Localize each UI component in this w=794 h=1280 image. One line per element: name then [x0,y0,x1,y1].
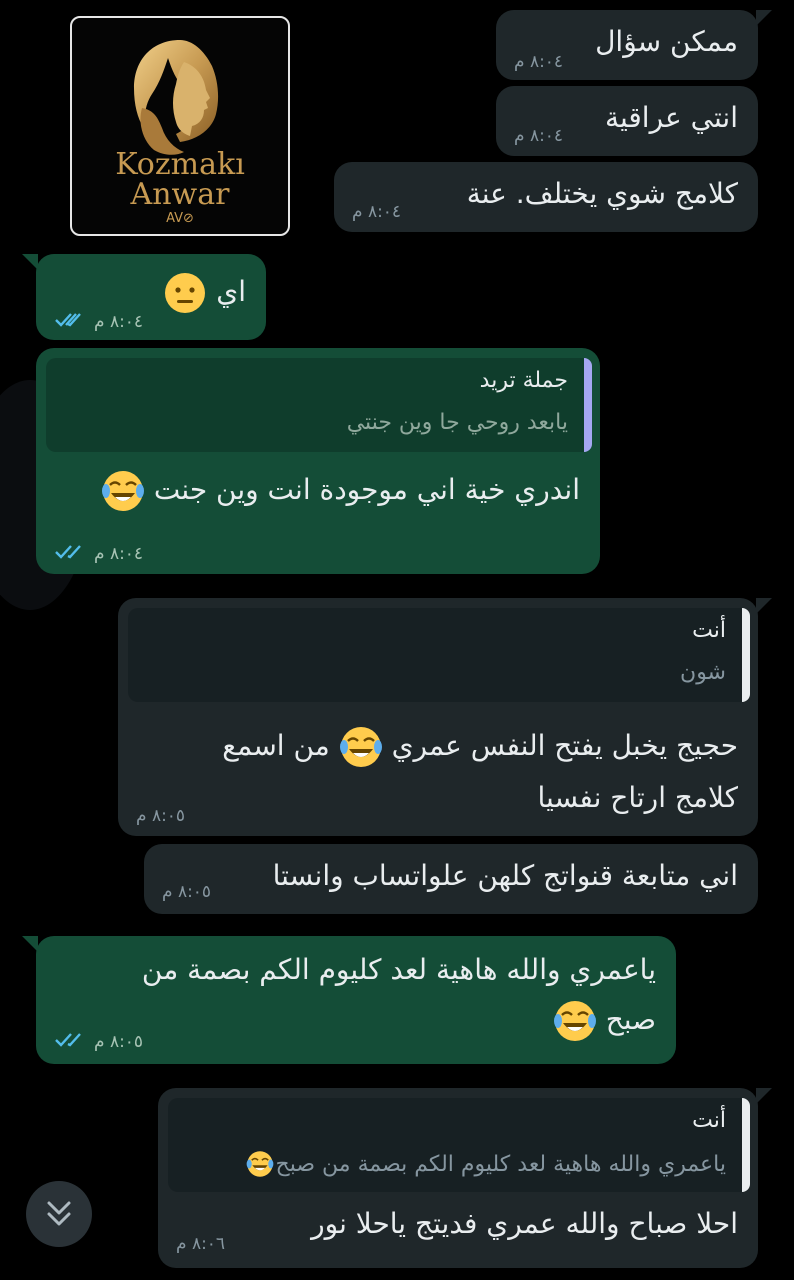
message-bubble-incoming[interactable]: اني متابعة قنواتج كلهن علواتساب وانستا ٨… [144,844,758,914]
reply-quote[interactable]: أنت شون [128,608,750,702]
neutral-face-emoji-icon [163,271,207,315]
message-time: ٨:٠٥ م [162,882,212,902]
woman-profile-logo-icon: Kozmakı Anwar AV⊘ [115,40,245,226]
double-chevron-down-icon [47,1201,71,1226]
message-text-line: صبح [553,996,656,1044]
tears-of-joy-emoji-icon [101,469,145,513]
tears-of-joy-emoji-icon [246,1150,274,1178]
quote-author: أنت [692,1108,726,1133]
message-text: اني متابعة قنواتج كلهن علواتساب وانستا [272,859,738,892]
message-text: احلا صباح والله عمري فديتج ياحلا نور [311,1207,738,1240]
message-bubble-outgoing[interactable]: ياعمري والله هاهية لعد كليوم الكم بصمة م… [22,936,676,1064]
read-double-check-icon [55,1033,81,1047]
message-time: ٨:٠٥ م [136,806,186,826]
message-bubble-incoming[interactable]: كلامج شوي يختلف. عنة ٨:٠٤ م [334,162,758,232]
quote-text: شون [680,660,726,685]
message-text-content: صبح [605,1003,656,1036]
brand-logo-image: Kozmakı Anwar AV⊘ [70,16,290,236]
message-time: ٨:٠٤ م [94,312,144,332]
quote-accent-bar [742,1098,750,1192]
read-double-check-icon [55,545,81,559]
message-time: ٨:٠٤ م [352,202,402,222]
message-text-content: اندري خية اني موجودة انت وين جنت [153,473,580,506]
message-bubble-incoming[interactable]: انتي عراقية ٨:٠٤ م [496,86,758,156]
message-bubble-incoming[interactable]: ممكن سؤال ٨:٠٤ م [496,10,772,80]
quote-text: يابعد روحي جا وين جنتي [346,410,568,435]
tears-of-joy-emoji-icon [339,725,383,769]
read-double-check-icon [55,313,81,327]
message-time: ٨:٠٤ م [514,52,564,72]
scroll-to-bottom-button[interactable] [26,1181,92,1247]
message-bubble-outgoing[interactable]: جملة تريد يابعد روحي جا وين جنتي اندري خ… [36,348,600,574]
message-text: اندري خية اني موجودة انت وين جنت [101,466,580,514]
message-text: ممكن سؤال [595,25,738,58]
message-text: انتي عراقية [604,101,738,134]
quote-accent-bar [584,358,592,452]
message-text-line: حجيج يخبل يفتح النفس عمري من اسمع [222,722,738,770]
message-text-content: اي [216,275,246,308]
message-text-line: ياعمري والله هاهية لعد كليوم الكم بصمة م… [141,953,656,986]
message-time: ٨:٠٤ م [94,544,144,564]
message-bubble-incoming[interactable]: أنت شون حجيج يخبل يفتح النفس عمري من اسم… [118,598,772,836]
tears-of-joy-emoji-icon [553,999,597,1043]
message-text-content: حجيج يخبل يفتح النفس عمري [391,729,738,762]
quote-text: ياعمري والله هاهية لعد كليوم الكم بصمة م… [246,1150,726,1178]
message-text: كلامج شوي يختلف. عنة [466,177,738,210]
message-time: ٨:٠٤ م [514,126,564,146]
message-text: اي [163,268,246,316]
quote-accent-bar [742,608,750,702]
quote-author: أنت [692,618,726,643]
message-time: ٨:٠٦ م [176,1234,226,1254]
message-text-content: من اسمع [222,729,330,762]
message-bubble-incoming[interactable]: أنت ياعمري والله هاهية لعد كليوم الكم بص… [158,1088,772,1268]
reply-quote[interactable]: أنت ياعمري والله هاهية لعد كليوم الكم بص… [168,1098,750,1192]
quote-text-content: ياعمري والله هاهية لعد كليوم الكم بصمة م… [275,1151,726,1177]
svg-text:AV⊘: AV⊘ [166,211,194,226]
message-bubble-outgoing[interactable]: اي ٨:٠٤ م [22,254,266,340]
reply-quote[interactable]: جملة تريد يابعد روحي جا وين جنتي [46,358,592,452]
svg-text:Anwar: Anwar [130,177,231,212]
message-text-line: كلامج ارتاح نفسيا [537,781,738,814]
quote-author: جملة تريد [479,368,568,393]
message-time: ٨:٠٥ م [94,1032,144,1052]
